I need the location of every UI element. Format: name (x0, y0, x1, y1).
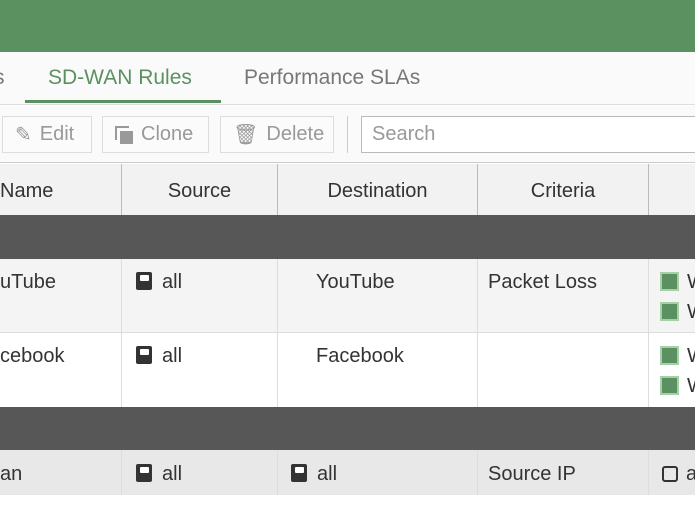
interface-port-icon (660, 346, 679, 365)
address-icon (136, 346, 152, 364)
column-header-destination[interactable]: Destination (278, 164, 478, 215)
source-value: all (162, 271, 183, 293)
column-header-name[interactable]: Name (0, 164, 122, 215)
member-value: W (687, 301, 695, 323)
source-cell: all (122, 450, 278, 495)
edit-label: Edit (39, 123, 75, 145)
rule-name: uTube (0, 259, 122, 332)
delete-button[interactable]: 🗑 Delete (220, 116, 334, 153)
tab-previous[interactable]: s (0, 66, 5, 90)
criteria-cell: Packet Loss (478, 259, 649, 332)
checkbox-icon[interactable] (662, 466, 678, 482)
toolbar-divider (347, 116, 348, 153)
source-cell: all (122, 259, 278, 332)
active-tab-indicator (25, 100, 221, 103)
pencil-icon: ✎ (15, 124, 32, 146)
member-value: W (687, 375, 695, 397)
address-icon (291, 464, 307, 482)
source-value: all (162, 463, 183, 485)
member-value: W (687, 271, 695, 293)
table-header: Name Source Destination Criteria (0, 164, 695, 215)
criteria-cell (478, 333, 649, 407)
rule-name: an (0, 450, 122, 495)
members-cell: W W (649, 333, 695, 407)
group-row[interactable] (0, 215, 695, 259)
address-icon (136, 272, 152, 290)
trash-icon: 🗑 (233, 124, 259, 146)
destination-cell: all (278, 450, 478, 495)
criteria-cell: Source IP (478, 450, 649, 495)
source-value: all (162, 345, 183, 367)
tab-performance-slas[interactable]: Performance SLAs (244, 66, 420, 90)
toolbar: ✎ Edit Clone 🗑 Delete (0, 106, 695, 163)
group-row[interactable] (0, 407, 695, 450)
tab-bar: s SD-WAN Rules Performance SLAs (0, 52, 695, 105)
interface-port-icon (660, 302, 679, 321)
member-value: a (686, 463, 695, 485)
clone-label: Clone (141, 123, 194, 145)
clone-icon (115, 125, 133, 144)
table-row[interactable]: an all all Source IP a (0, 450, 695, 495)
column-header-members[interactable] (649, 164, 695, 215)
edit-button[interactable]: ✎ Edit (2, 116, 92, 153)
rule-name: cebook (0, 333, 122, 407)
table-row[interactable]: cebook all Facebook W W (0, 333, 695, 407)
interface-port-icon (660, 376, 679, 395)
address-icon (136, 464, 152, 482)
members-cell: W W (649, 259, 695, 332)
members-cell: a (649, 450, 695, 495)
destination-cell: Facebook (278, 333, 478, 407)
table-row[interactable]: uTube all YouTube Packet Loss W W (0, 259, 695, 333)
column-header-criteria[interactable]: Criteria (478, 164, 649, 215)
interface-port-icon (660, 272, 679, 291)
column-header-source[interactable]: Source (122, 164, 278, 215)
clone-button[interactable]: Clone (102, 116, 209, 153)
member-value: W (687, 345, 695, 367)
top-banner (0, 0, 695, 52)
delete-label: Delete (266, 123, 325, 145)
destination-cell: YouTube (278, 259, 478, 332)
source-cell: all (122, 333, 278, 407)
search-input[interactable] (361, 116, 695, 153)
tab-sd-wan-rules[interactable]: SD-WAN Rules (48, 66, 192, 90)
destination-value: all (317, 463, 338, 485)
